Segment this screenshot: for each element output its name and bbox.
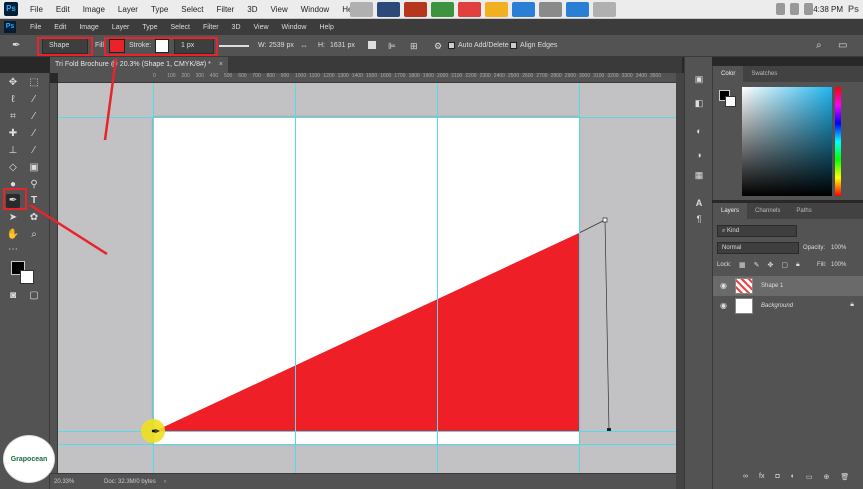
- hue-slider[interactable]: [835, 87, 841, 196]
- watermark-logo: Grapocean: [4, 436, 54, 482]
- paragraph-icon[interactable]: ¶: [693, 213, 705, 225]
- layers-panel-tabs: Layers Channels Paths: [713, 203, 863, 219]
- visibility-eye-icon[interactable]: ◉: [720, 281, 727, 290]
- tab-swatches[interactable]: Swatches: [743, 66, 785, 82]
- fill-field[interactable]: 100%: [831, 259, 855, 271]
- new-layer-icon[interactable]: ⊕: [824, 473, 830, 481]
- guide-line[interactable]: [437, 83, 438, 473]
- layer-name[interactable]: Shape 1: [761, 276, 783, 296]
- lock-transparent-icon[interactable]: ▦: [739, 261, 746, 269]
- layer-filter-value: Kind: [727, 228, 740, 234]
- styles-icon[interactable]: ◑: [693, 149, 705, 161]
- collapsed-panels: ▣ ◧ ◐ ◑ ▦ A ¶: [684, 57, 712, 489]
- layer-row[interactable]: ◉ Background 🔒︎: [713, 296, 863, 316]
- link-layers-icon[interactable]: ∞: [743, 473, 748, 481]
- lock-icons: ▦ ✎ ✥ ▢ 🔒︎: [739, 261, 800, 269]
- character-icon[interactable]: A: [693, 197, 705, 209]
- lock-label: Lock:: [717, 262, 732, 268]
- fill-label: Fill:: [817, 262, 827, 268]
- vertical-scrollbar[interactable]: [676, 73, 684, 489]
- color-panel-tabs: Color Swatches: [713, 66, 863, 82]
- layers-panel: Layers Channels Paths ⌕ Kind Normal Opac…: [712, 203, 863, 489]
- blend-mode-dropdown[interactable]: Normal: [717, 242, 799, 254]
- zoom-level[interactable]: 20.33%: [54, 474, 74, 489]
- color-field[interactable]: [742, 87, 832, 196]
- pen-cursor-icon: ✒: [151, 426, 161, 438]
- red-triangle-shape[interactable]: [155, 233, 579, 431]
- anchor-point[interactable]: [602, 217, 608, 223]
- lock-artboard-icon[interactable]: ▢: [781, 261, 788, 269]
- history-icon[interactable]: ▣: [693, 73, 705, 85]
- layer-style-icon[interactable]: fx: [759, 473, 764, 481]
- visibility-eye-icon[interactable]: ◉: [720, 301, 727, 310]
- watermark-text: Grapocean: [10, 456, 48, 463]
- guide-line[interactable]: [58, 117, 676, 118]
- layer-mask-icon[interactable]: ◘: [775, 473, 779, 481]
- layer-thumbnail: [735, 298, 753, 314]
- status-bar: 20.33% Doc: 32.3M/0 bytes ›: [50, 473, 676, 489]
- trash-icon[interactable]: 🗑︎: [840, 473, 849, 481]
- layers-footer: ∞ fx ◘ ◐ ▭ ⊕ 🗑︎: [743, 473, 849, 481]
- tab-paths[interactable]: Paths: [788, 203, 819, 219]
- guide-line[interactable]: [153, 83, 154, 473]
- bezier-handle-line: [578, 219, 606, 234]
- layer-thumbnail: [735, 278, 753, 294]
- guide-line[interactable]: [579, 83, 580, 473]
- adjustment-layer-icon[interactable]: ◐: [791, 473, 795, 481]
- guide-line[interactable]: [58, 444, 676, 445]
- background-swatch[interactable]: [725, 96, 736, 107]
- tab-color[interactable]: Color: [713, 66, 744, 82]
- opacity-label: Opacity:: [803, 245, 826, 251]
- color-panel: Color Swatches: [712, 66, 863, 200]
- document-size: Doc: 32.3M/0 bytes: [104, 479, 156, 485]
- tab-channels[interactable]: Channels: [747, 203, 788, 219]
- lock-pixels-icon[interactable]: ✎: [754, 261, 760, 269]
- guide-line[interactable]: [295, 83, 296, 473]
- tab-layers[interactable]: Layers: [713, 203, 748, 219]
- layer-name[interactable]: Background: [761, 296, 793, 316]
- lock-position-icon[interactable]: ✥: [768, 261, 774, 269]
- bezier-handle-line: [604, 219, 610, 431]
- properties-icon[interactable]: ◧: [693, 97, 705, 109]
- layer-filter-dropdown[interactable]: ⌕ Kind: [717, 225, 797, 237]
- lock-all-icon[interactable]: 🔒︎: [796, 261, 800, 269]
- brush-presets-icon[interactable]: ▦: [693, 169, 705, 181]
- opacity-field[interactable]: 100%: [831, 242, 855, 254]
- status-arrow-icon[interactable]: ›: [164, 474, 166, 489]
- lock-icon: 🔒︎: [850, 301, 854, 308]
- adjustments-icon[interactable]: ◐: [693, 125, 705, 137]
- group-icon[interactable]: ▭: [806, 473, 813, 481]
- layer-row[interactable]: ◉ Shape 1: [713, 276, 863, 296]
